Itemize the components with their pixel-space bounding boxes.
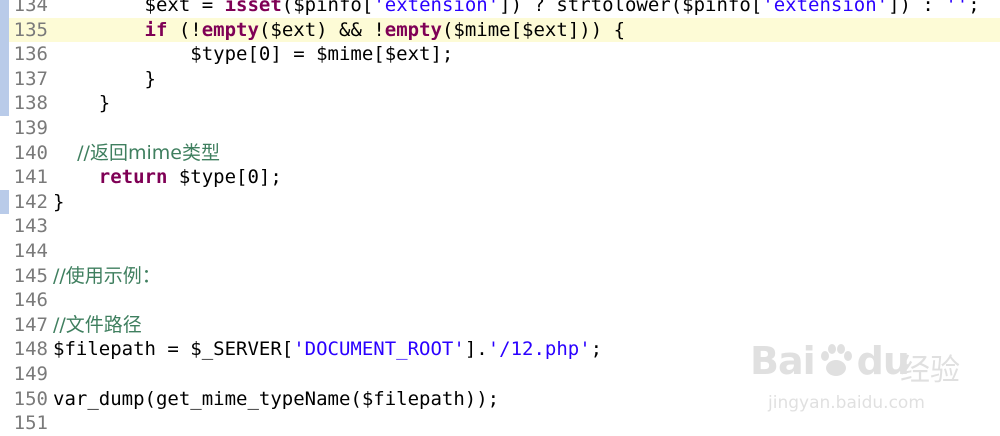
code-line[interactable]: 143: [0, 214, 1000, 239]
code-line[interactable]: 137 }: [0, 66, 1000, 92]
code-token: $filepath = $_SERVER[: [53, 338, 294, 361]
line-number: 140: [13, 141, 48, 164]
code-token: ($pinfo[: [281, 0, 374, 16]
baidu-jingyan-watermark: Bai du 经验 jingyan.baidu.com: [750, 339, 990, 421]
code-line[interactable]: 139: [0, 116, 1000, 141]
line-number: 143: [13, 215, 48, 238]
code-token: ($mime[$ext])) {: [441, 18, 626, 41]
string-token: 'extension': [762, 0, 889, 16]
code-text: if (!empty($ext) && !empty($mime[$ext]))…: [53, 18, 626, 43]
code-token: }: [53, 92, 111, 115]
code-token: $type[0] = $mime[$ext];: [53, 43, 454, 66]
code-token: ].: [464, 338, 488, 361]
code-line[interactable]: 140 //返回mime类型: [0, 141, 1000, 166]
code-text: $ext = isset($pinfo['extension']) ? strt…: [53, 0, 980, 18]
code-token: ;: [590, 338, 603, 361]
line-number: 146: [13, 289, 48, 312]
code-token: ;: [968, 0, 980, 16]
string-token: '/12.php': [487, 338, 591, 361]
code-text: }: [53, 190, 64, 215]
line-number: 139: [13, 116, 48, 139]
code-text: //使用示例：: [53, 264, 161, 289]
line-number: 147: [13, 313, 48, 336]
code-line[interactable]: 145//使用示例：: [0, 264, 1000, 289]
line-number: 145: [13, 264, 48, 287]
code-text: $type[0] = $mime[$ext];: [53, 42, 453, 67]
code-token: var_dump(get_mime_typeName($filepath));: [53, 387, 500, 410]
keyword-token: empty: [384, 18, 442, 41]
code-text: return $type[0];: [53, 165, 282, 190]
code-text: //返回mime类型: [53, 141, 220, 166]
comment-token: //返回mime类型: [53, 141, 220, 164]
watermark-url: jingyan.baidu.com: [768, 393, 925, 413]
string-token: 'DOCUMENT_ROOT': [293, 338, 465, 361]
line-number: 138: [13, 92, 48, 115]
line-number: 148: [13, 338, 48, 361]
comment-token: //文件路径: [53, 313, 142, 336]
code-token: }: [53, 190, 65, 213]
line-number: 134: [13, 0, 48, 16]
line-number: 149: [13, 362, 48, 385]
code-line[interactable]: 136 $type[0] = $mime[$ext];: [0, 42, 1000, 67]
comment-token: //使用示例：: [53, 264, 161, 287]
code-token: $ext =: [53, 0, 225, 16]
keyword-token: return: [98, 166, 168, 189]
string-token: 'extension': [373, 0, 500, 16]
code-line[interactable]: 146: [0, 288, 1000, 313]
line-number: 135: [13, 18, 48, 41]
code-text: //文件路径: [53, 313, 142, 338]
line-number: 141: [13, 166, 48, 189]
paw-icon: [821, 344, 852, 376]
code-token: (!: [167, 18, 202, 41]
code-token: }: [53, 67, 156, 90]
line-number: 137: [13, 67, 48, 90]
code-text: $filepath = $_SERVER['DOCUMENT_ROOT'].'/…: [53, 337, 602, 362]
code-line[interactable]: 141 return $type[0];: [0, 165, 1000, 190]
code-line[interactable]: 142}: [0, 189, 1000, 215]
code-line[interactable]: 138 }: [0, 91, 1000, 116]
keyword-token: if: [144, 18, 168, 41]
code-token: ]) ? strtolower($pinfo[: [499, 0, 763, 16]
code-line[interactable]: 134 $ext = isset($pinfo['extension']) ? …: [0, 0, 1000, 18]
string-token: '': [945, 0, 969, 16]
code-line[interactable]: 147//文件路径: [0, 313, 1000, 338]
current-line[interactable]: 135 if (!empty($ext) && !empty($mime[$ex…: [0, 17, 1000, 43]
code-token: ]) :: [888, 0, 946, 16]
line-number: 150: [13, 387, 48, 410]
code-text: var_dump(get_mime_typeName($filepath));: [53, 387, 499, 412]
code-line[interactable]: 144: [0, 239, 1000, 264]
keyword-token: empty: [201, 18, 259, 41]
line-number: 136: [13, 43, 48, 66]
code-text: }: [53, 67, 156, 92]
code-token: ($ext) && !: [258, 18, 385, 41]
watermark-cn: 经验: [900, 353, 960, 388]
code-token: $type[0];: [167, 166, 282, 189]
code-text: }: [53, 91, 110, 116]
line-number: 151: [13, 412, 48, 435]
line-number: 144: [13, 239, 48, 262]
line-number: 142: [13, 190, 48, 213]
keyword-token: isset: [224, 0, 282, 16]
